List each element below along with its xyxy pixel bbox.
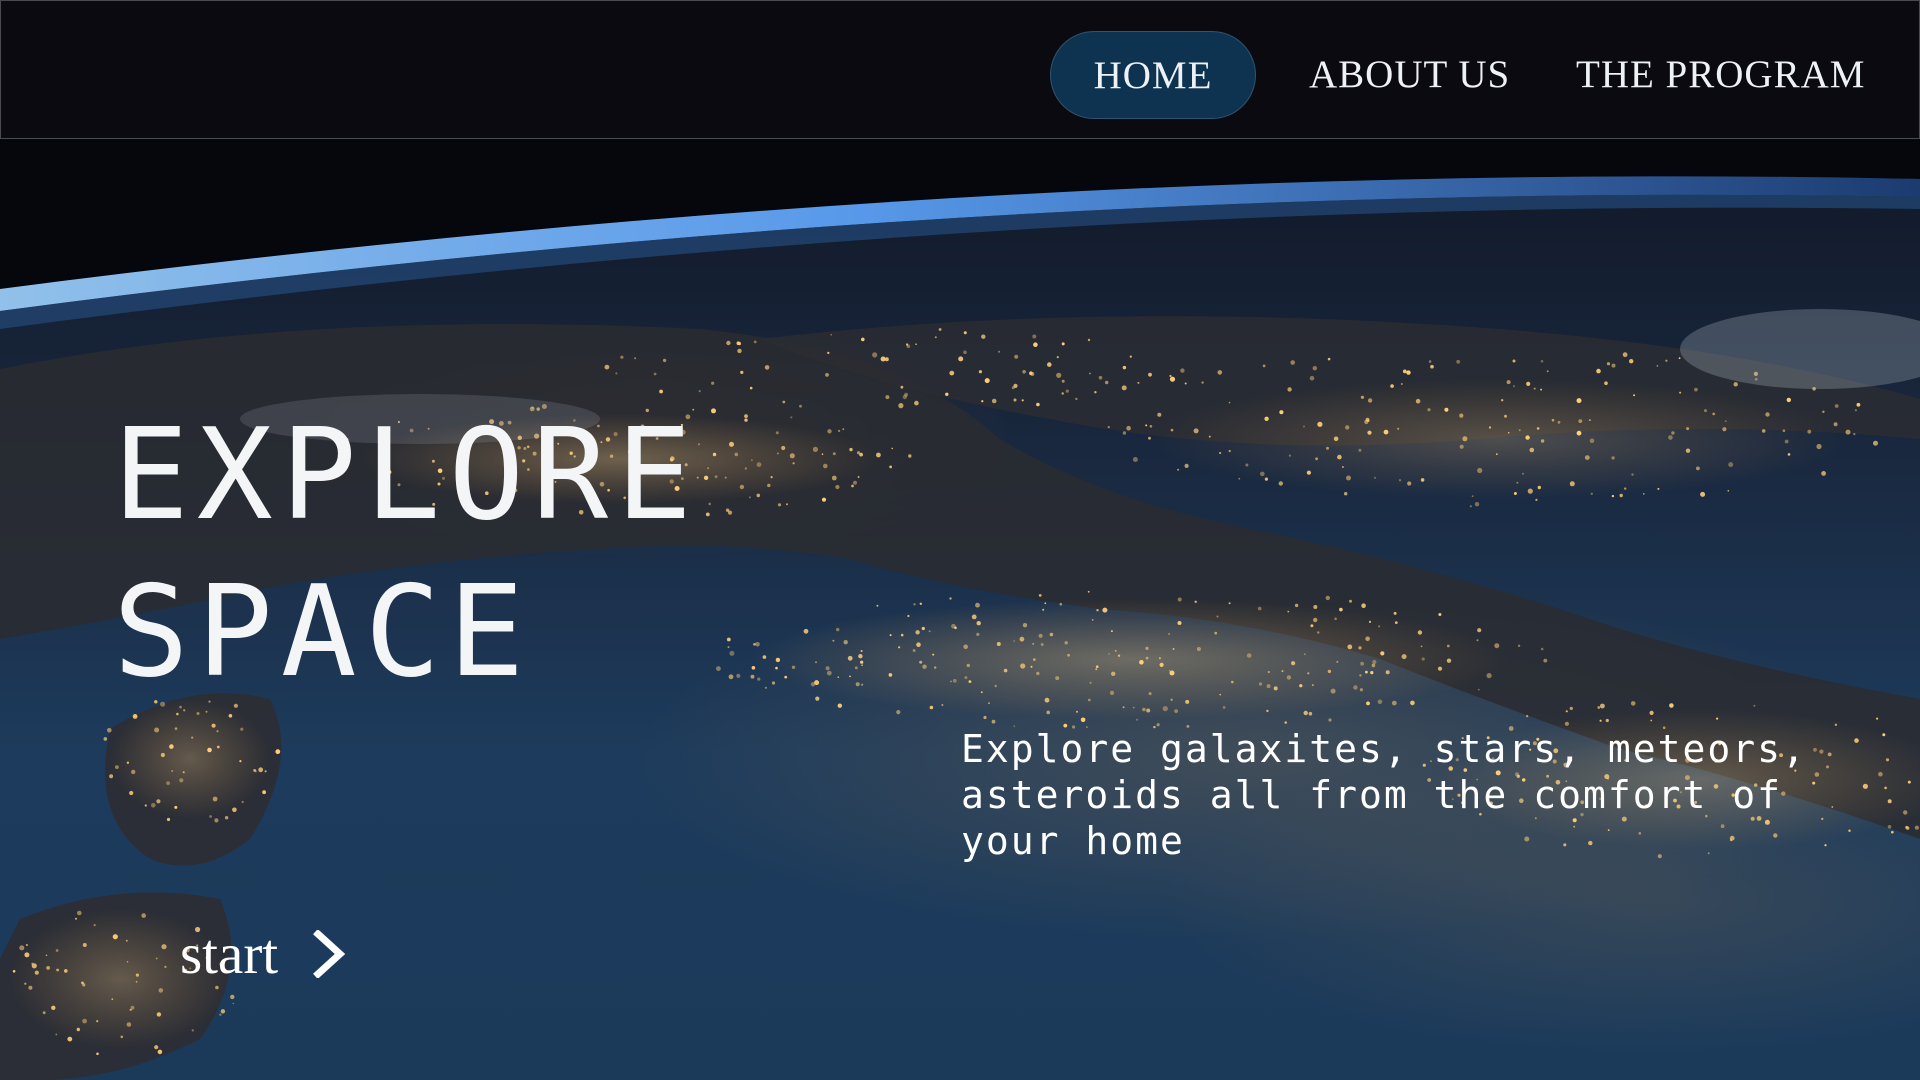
- chevron-right-icon: [313, 930, 346, 978]
- nav-about-us-link[interactable]: ABOUT US: [1309, 31, 1510, 119]
- hero-title: EXPLORE SPACE: [113, 396, 700, 710]
- nav-home-link[interactable]: HOME: [1050, 31, 1256, 119]
- start-label: start: [180, 922, 279, 986]
- hero-title-line-2: SPACE: [113, 558, 533, 705]
- page: HOME ABOUT US THE PROGRAM EXPLORE SPACE …: [0, 0, 1920, 1080]
- hero-description: Explore galaxites, stars, meteors, aster…: [961, 727, 1807, 863]
- hero-title-line-1: EXPLORE: [113, 401, 701, 548]
- top-navbar: HOME ABOUT US THE PROGRAM: [0, 0, 1920, 139]
- start-button[interactable]: start: [180, 919, 346, 989]
- nav-the-program-link[interactable]: THE PROGRAM: [1576, 31, 1865, 119]
- hero-section: EXPLORE SPACE Explore galaxites, stars, …: [0, 139, 1920, 1080]
